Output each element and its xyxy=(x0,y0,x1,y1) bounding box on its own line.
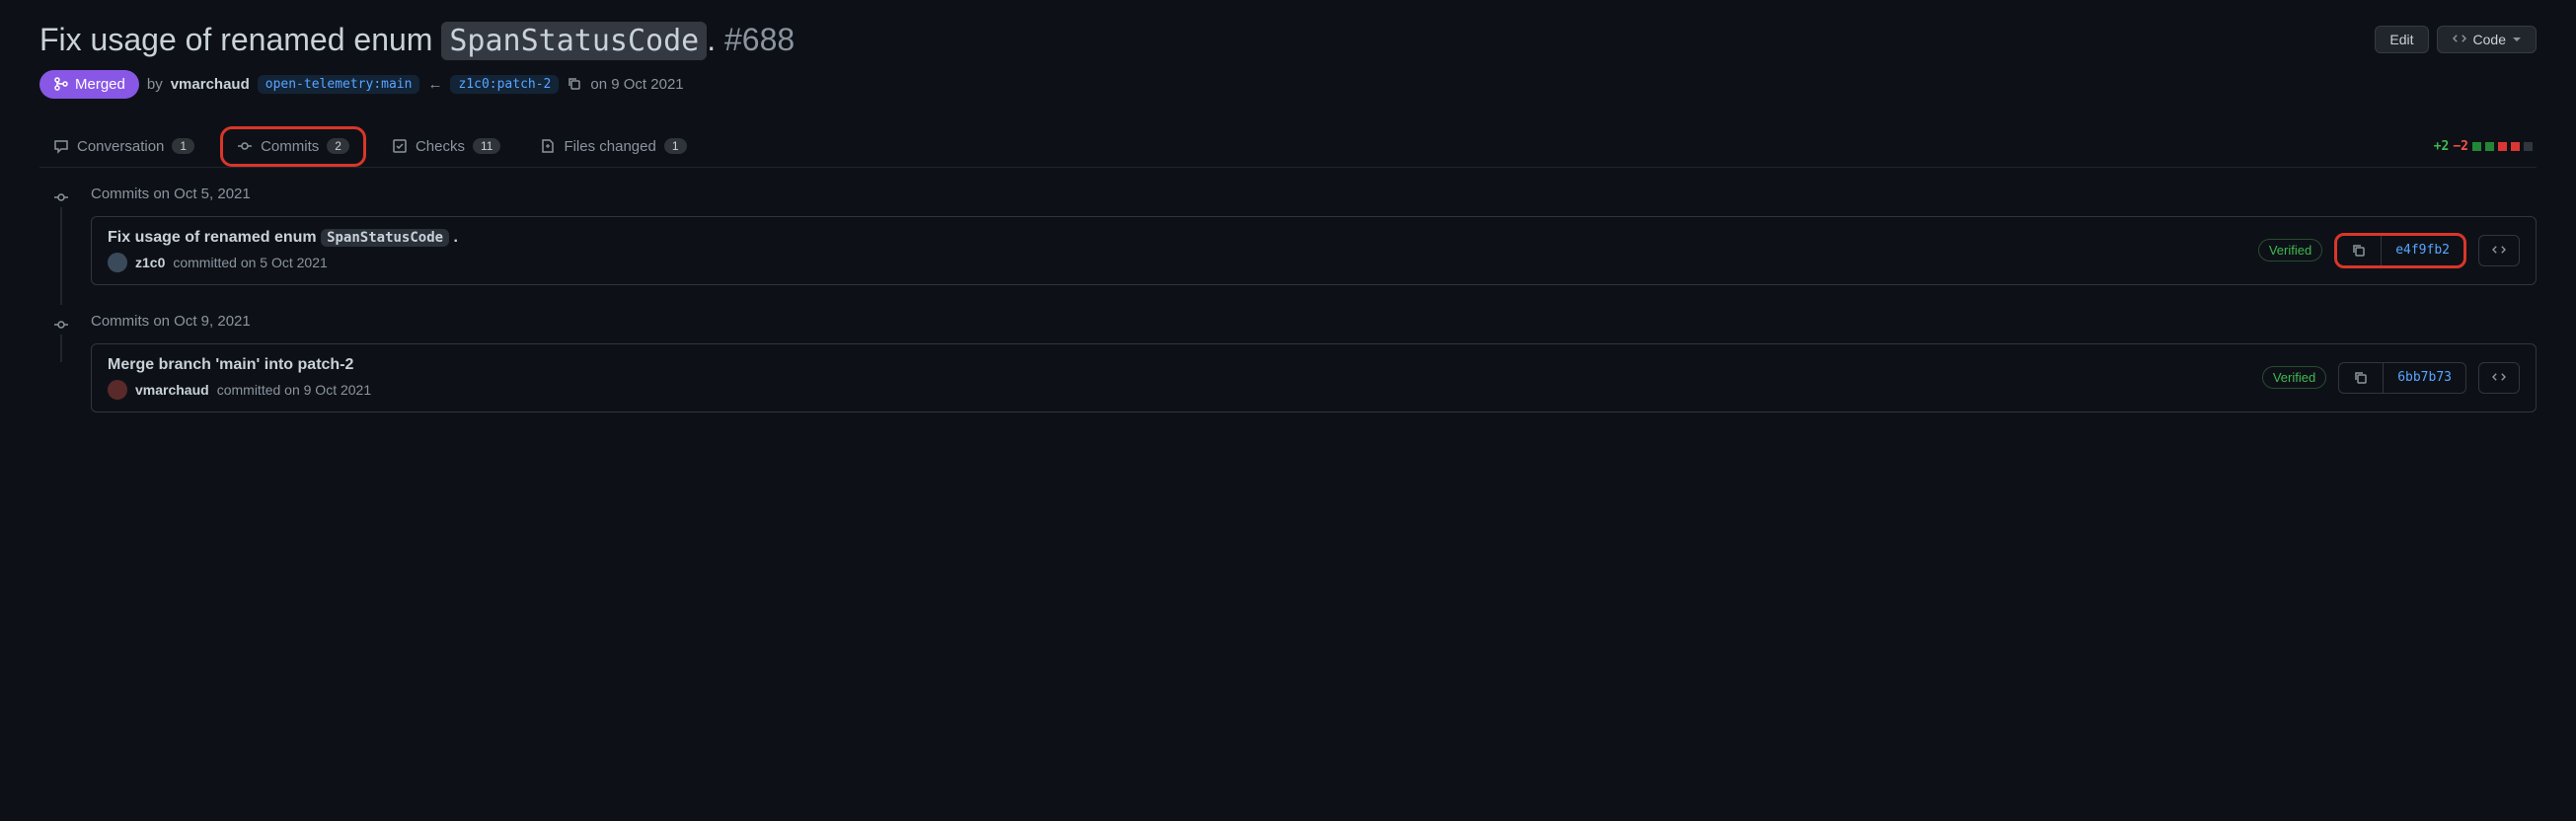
merge-date: on 9 Oct 2021 xyxy=(590,76,683,93)
pr-title: Fix usage of renamed enum SpanStatusCode… xyxy=(39,20,795,60)
git-merge-icon xyxy=(53,76,69,92)
commit-group-date: Commits on Oct 5, 2021 xyxy=(91,186,2537,202)
pr-title-suffix: . xyxy=(707,22,716,57)
commit-card: Fix usage of renamed enum SpanStatusCode… xyxy=(91,216,2537,285)
copy-icon xyxy=(567,76,582,92)
code-icon xyxy=(2452,32,2467,47)
arrow-left-icon: ← xyxy=(427,76,442,93)
commit-group-date: Commits on Oct 9, 2021 xyxy=(91,313,2537,330)
caret-down-icon xyxy=(2512,35,2522,44)
copy-sha-button[interactable] xyxy=(2339,363,2384,393)
avatar[interactable] xyxy=(108,253,127,272)
copy-icon xyxy=(2353,370,2369,386)
tab-commits[interactable]: Commits 2 xyxy=(220,126,366,167)
pr-number: #688 xyxy=(724,22,795,57)
status-badge: Merged xyxy=(39,70,139,99)
commit-date: committed on 9 Oct 2021 xyxy=(217,382,371,398)
copy-branch-button[interactable] xyxy=(567,76,582,92)
code-button[interactable]: Code xyxy=(2437,26,2537,53)
sha-group: 6bb7b73 xyxy=(2338,362,2466,394)
tab-files-changed[interactable]: Files changed 1 xyxy=(526,126,700,167)
commit-sha-link[interactable]: 6bb7b73 xyxy=(2384,363,2465,393)
commit-date: committed on 5 Oct 2021 xyxy=(173,255,327,270)
by-label: by xyxy=(147,76,163,93)
browse-code-button[interactable] xyxy=(2478,235,2520,266)
commit-sha-link[interactable]: e4f9fb2 xyxy=(2382,236,2463,265)
file-diff-icon xyxy=(540,138,556,154)
sha-group: e4f9fb2 xyxy=(2334,233,2466,268)
commit-card: Merge branch 'main' into patch-2 vmarchau… xyxy=(91,343,2537,412)
edit-button[interactable]: Edit xyxy=(2375,26,2428,53)
commit-author[interactable]: z1c0 xyxy=(135,255,165,270)
head-branch[interactable]: z1c0:patch-2 xyxy=(450,75,559,94)
copy-sha-button[interactable] xyxy=(2337,236,2382,265)
checklist-icon xyxy=(392,138,408,154)
avatar[interactable] xyxy=(108,380,127,400)
code-icon xyxy=(2491,370,2507,386)
commit-author[interactable]: vmarchaud xyxy=(135,382,209,398)
commit-title[interactable]: Fix usage of renamed enum SpanStatusCode… xyxy=(108,229,458,247)
commit-meta: z1c0 committed on 5 Oct 2021 xyxy=(108,253,458,272)
pr-meta-row: Merged by vmarchaud open-telemetry:main … xyxy=(39,70,2537,99)
timeline-node-icon xyxy=(53,189,69,205)
code-icon xyxy=(2491,243,2507,259)
timeline-node-icon xyxy=(53,317,69,333)
copy-icon xyxy=(2351,243,2367,259)
tab-checks[interactable]: Checks 11 xyxy=(378,126,515,167)
git-commit-icon xyxy=(237,138,253,154)
pr-author[interactable]: vmarchaud xyxy=(171,76,250,93)
commit-title[interactable]: Merge branch 'main' into patch-2 xyxy=(108,356,371,374)
comment-icon xyxy=(53,138,69,154)
diff-stats: +2 −2 xyxy=(2434,139,2537,154)
base-branch[interactable]: open-telemetry:main xyxy=(258,75,420,94)
pr-title-prefix: Fix usage of renamed enum xyxy=(39,22,441,57)
pr-title-code: SpanStatusCode xyxy=(441,22,707,60)
verified-badge[interactable]: Verified xyxy=(2262,366,2326,389)
verified-badge[interactable]: Verified xyxy=(2258,239,2322,261)
commit-meta: vmarchaud committed on 9 Oct 2021 xyxy=(108,380,371,400)
tab-conversation[interactable]: Conversation 1 xyxy=(39,126,208,167)
browse-code-button[interactable] xyxy=(2478,362,2520,394)
